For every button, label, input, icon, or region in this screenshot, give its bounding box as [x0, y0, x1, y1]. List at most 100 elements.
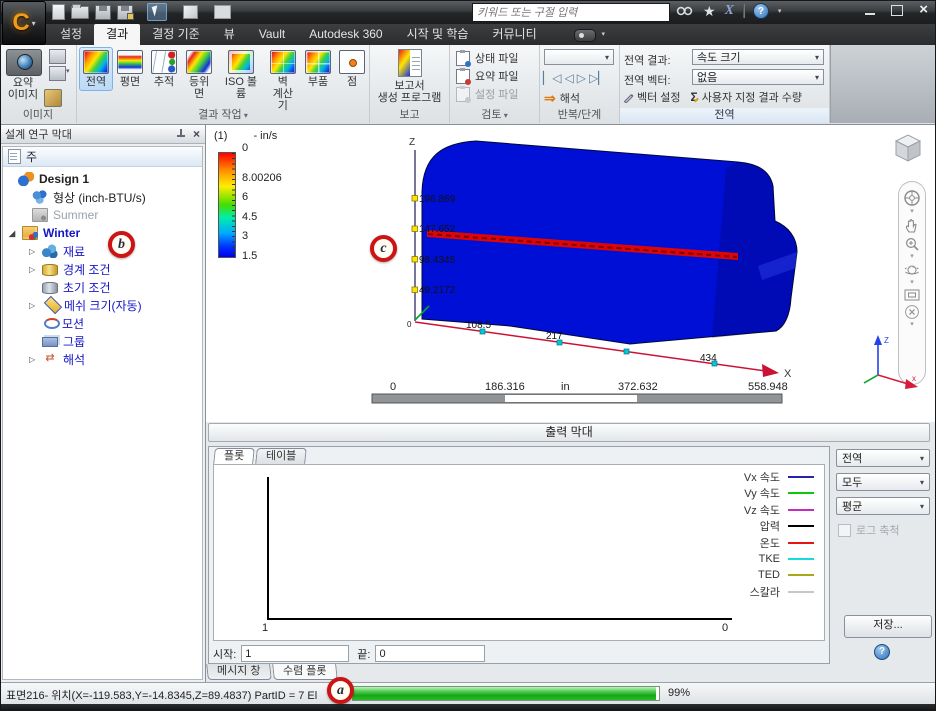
search-input[interactable]	[473, 6, 669, 19]
zoom-icon[interactable]	[904, 236, 920, 252]
plot-tab[interactable]: 테이블	[255, 448, 308, 464]
menu-tab[interactable]: Vault	[247, 24, 297, 45]
wheel-caret-icon[interactable]	[910, 209, 914, 215]
step-first-icon[interactable]: ▏◁	[543, 70, 561, 86]
close-button[interactable]: ×	[919, 2, 928, 17]
tree-item[interactable]: ▷ 해석	[3, 350, 202, 368]
tree-item[interactable]: 초기 조건	[3, 278, 202, 296]
save-as-icon[interactable]	[117, 4, 134, 20]
tree-item[interactable]: ▷ 재료	[3, 242, 202, 260]
tree-item[interactable]: ◢ Winter	[3, 224, 202, 242]
result-task-button[interactable]: 등위면	[181, 47, 217, 103]
vector-settings-button[interactable]: 벡터 설정	[623, 89, 681, 105]
menu-tab[interactable]: 결정 기준	[140, 24, 212, 45]
capture-icon[interactable]	[49, 49, 66, 64]
save-button[interactable]: 저장...	[844, 615, 932, 638]
tree-expand-arrow[interactable]: ▷	[29, 265, 42, 274]
model-canvas[interactable]: Z 196.869 147.652 98.4345 49.2172 0 X 10…	[360, 128, 936, 406]
menu-tab[interactable]: 시작 및 학습	[395, 24, 481, 45]
menu-tab[interactable]: 커뮤니티	[480, 24, 548, 45]
3d-viewport[interactable]: (1) - in/s 8.00206 6 4.5 3 1.5 0 Z 196.869 14…	[206, 125, 936, 422]
menu-tab[interactable]: 결과	[94, 24, 141, 45]
review-file-button[interactable]: 요약 파일	[456, 67, 519, 85]
tree-item[interactable]: 모션	[3, 314, 202, 332]
custom-result-quantity-button[interactable]: Σ 사용자 지정 결과 수량	[691, 89, 802, 105]
panel-close-icon[interactable]: ×	[193, 128, 200, 140]
quantity-combo[interactable]: 모두	[836, 473, 930, 491]
volume-box-icon[interactable]	[183, 5, 198, 19]
iteration-combo[interactable]	[544, 49, 614, 65]
orbit-caret-icon[interactable]	[910, 280, 914, 286]
tree-item[interactable]: ▷ 메쉬 크기(자동)	[3, 295, 202, 315]
screencast-icon[interactable]	[574, 29, 605, 42]
result-task-button[interactable]: ISO 볼륨	[217, 47, 264, 103]
result-task-button[interactable]: 벽 계산기	[265, 47, 301, 115]
result-task-button[interactable]: 점	[335, 47, 369, 91]
stamp-icon[interactable]	[44, 89, 62, 107]
result-task-button[interactable]: 부품	[301, 47, 335, 91]
tree-expand-arrow[interactable]: ▷	[29, 355, 42, 364]
search-go-icon[interactable]	[676, 4, 694, 18]
summary-image-icon[interactable]	[6, 49, 42, 76]
bottom-tab[interactable]: 메시지 창	[206, 664, 272, 680]
convergence-plot[interactable]: 1 0 Vx 속도 Vy 속도 Vz 속도 압력 온도 TKE TED 스칼라	[213, 464, 825, 641]
plot-help-icon[interactable]: ?	[874, 644, 890, 660]
aggregate-combo[interactable]: 평균	[836, 497, 930, 515]
result-task-button[interactable]: 평면	[113, 47, 147, 91]
step-forward-icon[interactable]: ▷	[577, 70, 586, 86]
menu-tab[interactable]: 뷰	[212, 24, 247, 45]
minimize-button[interactable]	[865, 13, 876, 15]
steering-wheel-icon[interactable]	[903, 189, 921, 207]
orbit-icon[interactable]	[903, 262, 921, 278]
step-back-icon[interactable]: ◁	[564, 70, 573, 86]
summary-image-button[interactable]: 요약 이미지	[0, 77, 46, 101]
view-cube[interactable]	[889, 130, 927, 166]
table-view-icon[interactable]	[214, 5, 231, 19]
exchange-apps-icon[interactable]: X	[725, 3, 734, 19]
tree-item[interactable]: Summer	[3, 206, 202, 224]
tree-expand-arrow[interactable]: ▷	[29, 301, 42, 310]
step-last-icon[interactable]: ▷▏	[589, 70, 607, 86]
navbar-minimize-icon[interactable]	[910, 322, 914, 328]
pin-icon[interactable]	[176, 129, 186, 139]
app-button[interactable]: C ▾	[2, 1, 46, 45]
result-task-button[interactable]: 추적	[147, 47, 181, 91]
report-generator-button[interactable]: 보고서 생성 프로그램	[370, 45, 449, 104]
tree-expand-arrow[interactable]: ◢	[9, 229, 22, 238]
open-icon[interactable]	[71, 3, 89, 19]
favorites-star-icon[interactable]: ★	[703, 4, 716, 18]
bottom-tab[interactable]: 수렴 플롯	[271, 664, 337, 680]
group-label-review[interactable]: 검토	[450, 108, 539, 123]
review-file-button[interactable]: 상태 파일	[456, 49, 519, 67]
output-bar-header[interactable]: 출력 막대	[208, 423, 930, 442]
layout-icon[interactable]	[49, 66, 66, 81]
tree-item[interactable]: Design 1	[3, 170, 202, 188]
look-at-icon[interactable]	[903, 288, 921, 302]
zoom-caret-icon[interactable]	[910, 254, 914, 260]
global-vector-combo[interactable]: 없음	[692, 69, 824, 85]
menu-tab[interactable]: Autodesk 360	[297, 24, 394, 45]
result-task-button[interactable]: 전역	[79, 47, 113, 91]
plot-tab[interactable]: 플롯	[213, 448, 256, 464]
menu-tab[interactable]: 설정	[48, 24, 94, 45]
tree-item[interactable]: ▷ 경계 조건	[3, 260, 202, 278]
start-input[interactable]	[241, 645, 350, 662]
global-result-combo[interactable]: 속도 크기	[692, 49, 824, 65]
new-file-icon[interactable]	[52, 4, 65, 20]
analyze-button[interactable]: ⇒ 해석	[544, 90, 580, 106]
end-input[interactable]	[375, 645, 486, 662]
pan-hand-icon[interactable]	[904, 217, 920, 234]
log-scale-checkbox[interactable]	[838, 523, 851, 537]
help-icon[interactable]: ?	[752, 3, 769, 19]
scope-combo[interactable]: 전역	[836, 449, 930, 467]
save-icon[interactable]	[95, 4, 111, 20]
tree-item[interactable]: 그룹	[3, 332, 202, 350]
select-cursor-icon[interactable]	[147, 3, 167, 21]
image-caret-icon[interactable]: ▾	[66, 67, 70, 75]
help-caret-icon[interactable]: ▾	[778, 7, 782, 15]
close-nav-icon[interactable]	[904, 304, 920, 320]
review-file-button[interactable]: 설정 파일	[456, 85, 519, 103]
tree-root-item[interactable]: 주	[3, 147, 202, 167]
maximize-button[interactable]	[891, 4, 904, 16]
tree-item[interactable]: 형상 (inch-BTU/s)	[3, 188, 202, 206]
